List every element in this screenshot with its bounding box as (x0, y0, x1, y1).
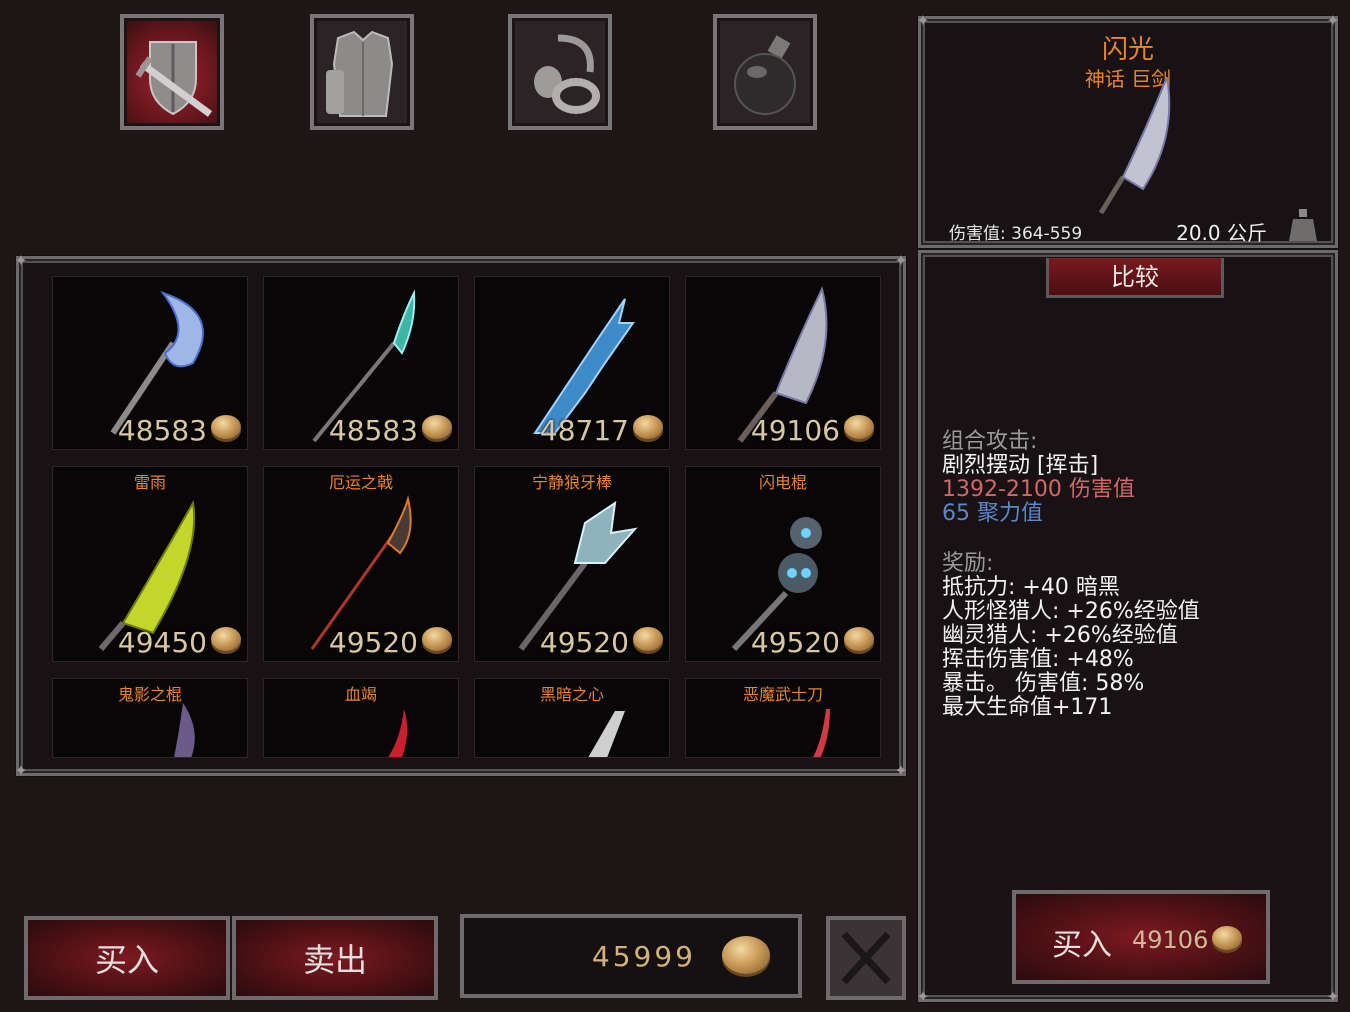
combo-move: 剧烈摆动 [挥击] (942, 453, 1099, 478)
item-stats: 组合攻击: 剧烈摆动 [挥击] 1392-2100 伤害值 65 聚力值 奖励:… (942, 430, 1200, 720)
ornament-icon: ✦ (1326, 11, 1340, 30)
item-price: 49520 (539, 626, 629, 659)
shop-item[interactable]: 黑暗之心 (474, 678, 670, 758)
tab-potions[interactable] (713, 14, 817, 130)
shop-item[interactable]: 鬼影之棍 (52, 678, 248, 758)
shop-item[interactable]: 宁静狼牙棒 49520 (474, 466, 670, 662)
item-name: 恶魔武士刀 (742, 685, 823, 704)
combo-title: 组合攻击: (942, 429, 1038, 454)
bonus-line: 暴击。 伤害值: 58% (942, 671, 1145, 696)
damage-value: 伤害值: 364-559 (949, 224, 1083, 244)
gold-balance: 45999 (460, 914, 802, 998)
tab-weapons[interactable] (120, 14, 224, 130)
red-blade-weapon-icon (388, 709, 408, 757)
weight-value: 20.0 公斤 (1176, 221, 1267, 245)
item-price: 49520 (328, 626, 418, 659)
item-price: 48583 (328, 414, 418, 447)
shop-item[interactable]: 49106 (685, 276, 881, 450)
shop-item[interactable]: 48717 (474, 276, 670, 450)
bonus-line: 人形怪猎人: +26%经验值 (942, 599, 1200, 624)
combo-damage: 1392-2100 伤害值 (942, 477, 1135, 502)
ornament-icon: ✦ (14, 251, 28, 270)
coin-icon (722, 936, 770, 974)
sell-tab-button[interactable]: 卖出 (232, 916, 438, 1000)
coin-icon (422, 415, 452, 439)
shop-item[interactable]: 48583 (263, 276, 459, 450)
item-price: 48717 (539, 414, 629, 447)
amulet-ring-icon (534, 34, 600, 114)
item-name: 宁静狼牙棒 (531, 473, 612, 492)
weight-icon (1289, 209, 1317, 241)
item-name: 厄运之戟 (328, 473, 393, 492)
tab-armor[interactable] (310, 14, 414, 130)
coin-icon (633, 415, 663, 439)
item-price: 49450 (117, 626, 207, 659)
shop-item[interactable]: 48583 (52, 276, 248, 450)
coin-icon (844, 415, 874, 439)
buy-tab-button[interactable]: 买入 (24, 916, 230, 1000)
shop-item[interactable]: 闪电棍 49520 (685, 466, 881, 662)
tab-jewelry[interactable] (508, 14, 612, 130)
katana-weapon-icon (813, 709, 830, 757)
item-title: 闪光 (1101, 35, 1154, 65)
coin-icon (633, 627, 663, 651)
bonus-line: 幽灵猎人: +26%经验值 (942, 623, 1178, 648)
selected-weapon-icon (1098, 77, 1171, 215)
ornament-icon: ✦ (916, 11, 930, 30)
shop-item[interactable]: 恶魔武士刀 (685, 678, 881, 758)
ornament-icon: ✦ (1326, 987, 1340, 1006)
shop-item[interactable]: 雷雨 49450 (52, 466, 248, 662)
compare-tab[interactable]: 比较 (1046, 258, 1224, 298)
item-price: 49106 (750, 414, 840, 447)
bonus-line: 最大生命值+171 (942, 695, 1113, 720)
coin-icon (1212, 926, 1242, 950)
combo-focus: 65 聚力值 (942, 501, 1043, 526)
buy-item-label: 买入 (1052, 928, 1112, 963)
coin-icon (422, 627, 452, 651)
gold-amount: 45999 (591, 940, 696, 973)
ornament-icon: ✦ (916, 987, 930, 1006)
close-button[interactable] (826, 916, 906, 1000)
item-detail-panel: ✦ ✦ 闪光 神话 巨剑 伤害值: 364-559 20.0 公斤 (916, 11, 1340, 248)
bonus-line: 抵抗力: +40 暗黑 (942, 575, 1120, 600)
item-name: 闪电棍 (758, 473, 807, 492)
item-name: 黑暗之心 (539, 685, 604, 704)
bonus-title: 奖励: (942, 551, 994, 576)
potion-icon (734, 35, 796, 115)
armor-icon (326, 30, 394, 117)
item-price: 48583 (117, 414, 207, 447)
item-price: 49520 (750, 626, 840, 659)
ornament-icon: ✦ (894, 761, 908, 780)
coin-icon (211, 415, 241, 439)
item-name: 鬼影之棍 (117, 685, 182, 704)
item-name: 雷雨 (133, 473, 166, 492)
sword-shield-icon (135, 41, 213, 117)
silver-blade-weapon-icon (588, 711, 625, 757)
ornament-icon: ✦ (894, 251, 908, 270)
item-name: 血竭 (344, 685, 377, 704)
purple-staff-weapon-icon (174, 703, 195, 757)
ornament-icon: ✦ (14, 761, 28, 780)
coin-icon (844, 627, 874, 651)
bonus-line: 挥击伤害值: +48% (942, 647, 1134, 672)
shop-item[interactable]: 血竭 (263, 678, 459, 758)
close-icon (841, 931, 891, 985)
buy-item-button[interactable]: 买入 49106 (1012, 890, 1270, 984)
buy-item-price: 49106 (1132, 926, 1209, 954)
coin-icon (211, 627, 241, 651)
shop-item[interactable]: 厄运之戟 49520 (263, 466, 459, 662)
